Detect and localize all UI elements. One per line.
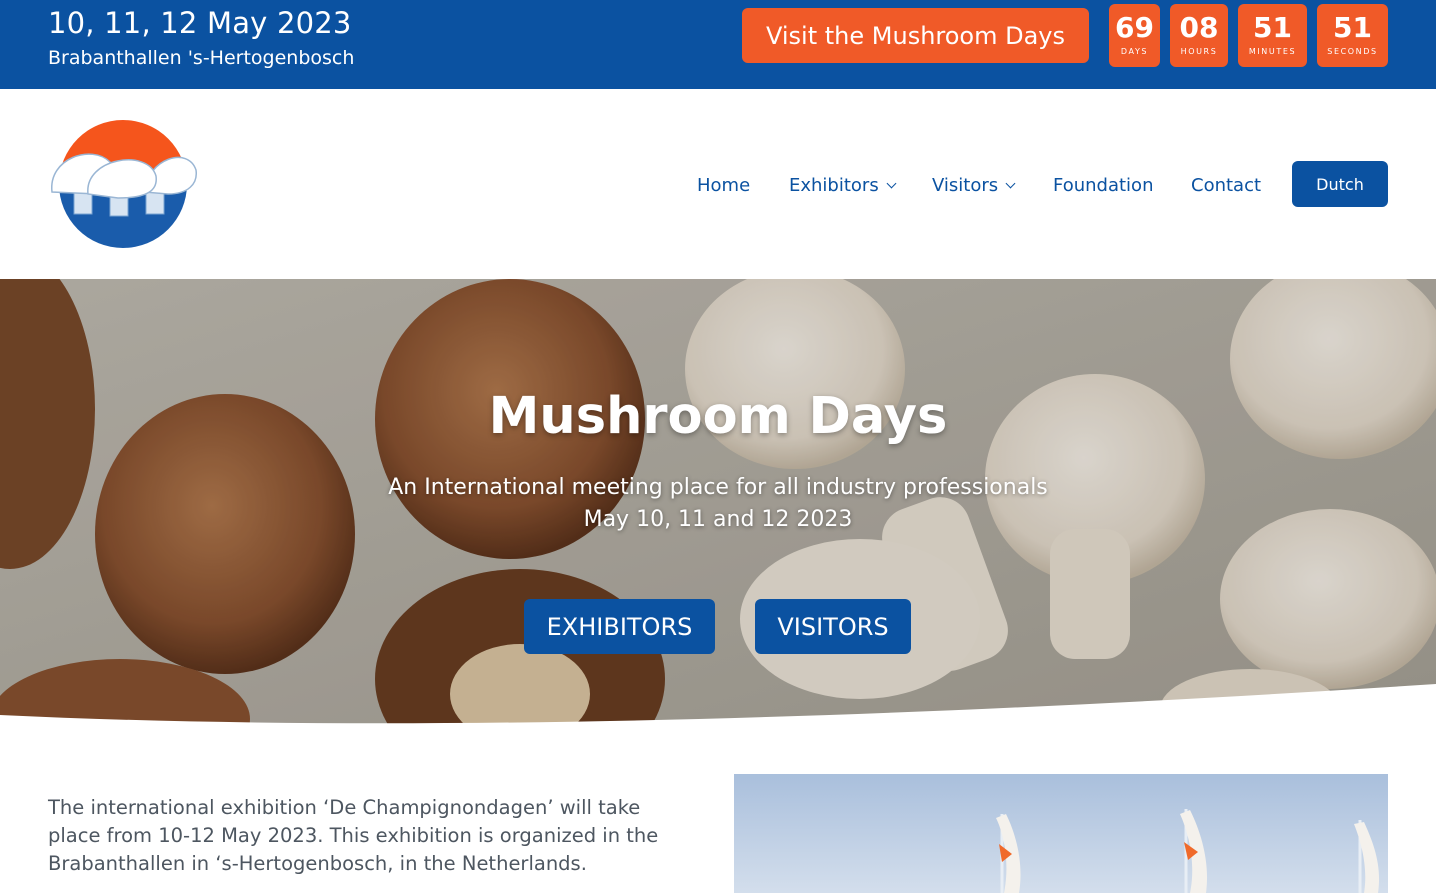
hero-title: Mushroom Days (488, 387, 948, 446)
countdown-days: 69 DAYS (1109, 4, 1160, 67)
nav-home-label: Home (697, 174, 751, 196)
nav-foundation[interactable]: Foundation (1053, 172, 1153, 198)
top-bar: 10, 11, 12 May 2023 Brabanthallen 's-Her… (0, 0, 1436, 89)
nav-home[interactable]: Home (697, 172, 750, 198)
nav-exhibitors-label: Exhibitors (789, 174, 879, 196)
visit-mushroom-days-button[interactable]: Visit the Mushroom Days (742, 8, 1089, 63)
chevron-down-icon (1005, 178, 1016, 188)
chevron-down-icon (886, 178, 897, 188)
hero-subtitle: An International meeting place for all i… (388, 475, 1048, 500)
language-dutch-button[interactable]: Dutch (1292, 161, 1388, 207)
nav-visitors[interactable]: Visitors (932, 172, 1016, 198)
countdown-seconds: 51 SECONDS (1317, 4, 1388, 67)
countdown-days-label: DAYS (1120, 47, 1149, 56)
hero-dates: May 10, 11 and 12 2023 (583, 507, 853, 532)
event-date: 10, 11, 12 May 2023 (48, 6, 352, 40)
nav-contact-label: Contact (1191, 174, 1262, 196)
countdown-hours-label: HOURS (1180, 47, 1218, 56)
countdown-minutes: 51 MINUTES (1238, 4, 1307, 67)
intro-text: The international exhibition ‘De Champig… (48, 796, 659, 875)
mushroom-logo-icon[interactable] (48, 118, 198, 250)
countdown-days-value: 69 (1115, 11, 1154, 44)
nav-foundation-label: Foundation (1053, 174, 1154, 196)
nav-visitors-label: Visitors (932, 174, 999, 196)
flags-photo (734, 774, 1388, 893)
nav-contact[interactable]: Contact (1191, 172, 1261, 198)
nav-exhibitors[interactable]: Exhibitors (789, 172, 897, 198)
countdown-minutes-label: MINUTES (1248, 47, 1297, 56)
event-venue: Brabanthallen 's-Hertogenbosch (48, 47, 355, 69)
countdown-hours: 08 HOURS (1170, 4, 1228, 67)
countdown-minutes-value: 51 (1253, 11, 1292, 44)
countdown-hours-value: 08 (1179, 11, 1219, 44)
hero-banner: Mushroom Days An International meeting p… (0, 279, 1436, 725)
mushrooms-background-image (0, 279, 1436, 725)
countdown-seconds-label: SECONDS (1327, 47, 1378, 56)
visitors-button[interactable]: VISITORS (755, 599, 911, 654)
exhibitors-button[interactable]: EXHIBITORS (524, 599, 715, 654)
countdown-seconds-value: 51 (1333, 11, 1372, 44)
